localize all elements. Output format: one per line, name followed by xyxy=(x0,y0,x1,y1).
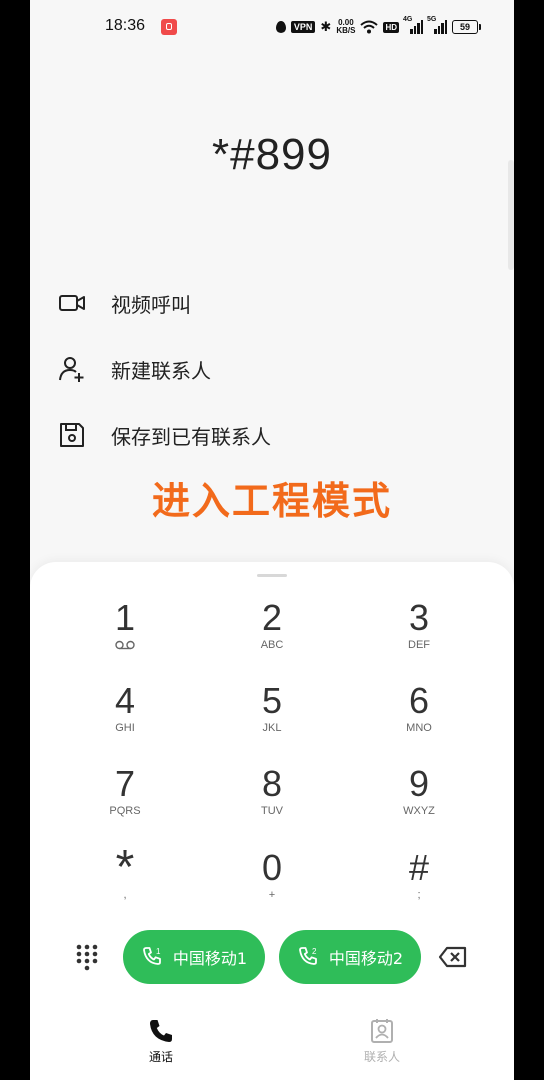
key-6-letters: MNO xyxy=(406,722,432,734)
key-2-letters: ABC xyxy=(260,639,284,651)
nav-calls-label: 通话 xyxy=(148,1050,173,1064)
option-save-existing-label: 保存到已有联系人 xyxy=(111,424,271,449)
nav-contacts-label: 联系人 xyxy=(363,1050,400,1064)
engineering-mode-hint: 进入工程模式 xyxy=(151,479,392,523)
key-5-digit: 5 xyxy=(261,680,283,721)
signal-sim2-label: 5G xyxy=(427,16,437,23)
scroll-indicator xyxy=(508,160,514,270)
key-3-digit: 3 xyxy=(408,597,430,638)
key-0[interactable]: 0 + xyxy=(212,848,332,918)
key-8-letters: TUV xyxy=(261,805,283,817)
key-9-digit: 9 xyxy=(408,763,430,804)
key-hash-letters: ; xyxy=(417,889,421,901)
backspace-icon[interactable] xyxy=(438,944,468,970)
key-hash-digit: # xyxy=(408,847,430,888)
battery-icon: 59 xyxy=(452,20,481,34)
hd-voice-badge: HD xyxy=(383,21,399,33)
key-6-digit: 6 xyxy=(408,680,430,721)
status-icons: VPN ✱ 0.00 KB/S HD 4G 5G 59 xyxy=(275,16,481,38)
voicemail-icon xyxy=(115,640,135,650)
key-5-letters: JKL xyxy=(262,722,282,734)
sheet-handle[interactable] xyxy=(257,574,287,577)
status-bar: 18:36 VPN ✱ 0.00 KB/S HD 4G 5G 59 xyxy=(30,0,514,54)
key-7-letters: PQRS xyxy=(109,805,141,817)
status-time: 18:36 xyxy=(105,17,146,34)
key-hash[interactable]: # ; xyxy=(359,848,479,918)
key-4-letters: GHI xyxy=(115,722,135,734)
key-7[interactable]: 7 PQRS xyxy=(65,764,185,834)
dialed-number[interactable]: *#899 xyxy=(30,130,514,180)
call-sim2-button[interactable]: 2 中国移动2 xyxy=(279,930,421,984)
option-save-existing[interactable]: 保存到已有联系人 xyxy=(58,415,271,455)
key-4-digit: 4 xyxy=(114,680,136,721)
key-7-digit: 7 xyxy=(114,763,136,804)
vpn-badge: VPN xyxy=(290,21,316,33)
key-star-letters: , xyxy=(123,889,127,901)
key-5[interactable]: 5 JKL xyxy=(212,681,332,751)
bluetooth-icon: ✱ xyxy=(320,19,332,34)
phone-sim2-icon: 2 xyxy=(299,947,317,965)
call-sim1-button[interactable]: 1 中国移动1 xyxy=(123,930,265,984)
option-video-call-label: 视频呼叫 xyxy=(111,292,191,317)
signal-sim2-icon: 5G xyxy=(427,16,447,34)
option-new-contact-label: 新建联系人 xyxy=(111,358,211,383)
key-1[interactable]: 1 xyxy=(65,598,185,668)
option-new-contact[interactable]: 新建联系人 xyxy=(58,349,211,389)
save-icon xyxy=(60,423,84,447)
sim1-number: 1 xyxy=(156,947,161,956)
contacts-icon xyxy=(371,1019,393,1043)
nav-calls-tab[interactable]: 通话 xyxy=(101,1018,221,1065)
network-speed: 0.00 KB/S xyxy=(336,19,355,35)
dialpad-toggle-icon[interactable] xyxy=(72,942,102,972)
nav-contacts-tab[interactable]: 联系人 xyxy=(322,1018,442,1065)
key-9[interactable]: 9 WXYZ xyxy=(359,764,479,834)
key-0-letters: + xyxy=(268,889,276,901)
key-star-digit: * xyxy=(115,841,135,894)
key-0-digit: 0 xyxy=(261,847,283,888)
key-8-digit: 8 xyxy=(261,763,283,804)
key-8[interactable]: 8 TUV xyxy=(212,764,332,834)
dialer-screen: 18:36 VPN ✱ 0.00 KB/S HD 4G 5G 59 *#899 … xyxy=(30,0,514,1080)
key-star[interactable]: * , xyxy=(65,841,185,918)
screen-record-icon xyxy=(161,19,177,35)
phone-icon xyxy=(150,1020,172,1042)
key-2-digit: 2 xyxy=(261,597,283,638)
dialpad-sheet: 1 2 ABC 3 DEF 4 GHI 5 JKL 6 MNO 7 PQRS 8… xyxy=(30,562,514,1080)
key-1-digit: 1 xyxy=(114,597,136,638)
key-6[interactable]: 6 MNO xyxy=(359,681,479,751)
signal-sim1-icon: 4G xyxy=(403,16,423,34)
key-4[interactable]: 4 GHI xyxy=(65,681,185,751)
wifi-icon xyxy=(360,20,379,34)
key-3[interactable]: 3 DEF xyxy=(359,598,479,668)
sim2-number: 2 xyxy=(312,947,317,956)
network-speed-unit: KB/S xyxy=(336,26,356,35)
video-camera-icon xyxy=(59,295,85,311)
phone-sim1-icon: 1 xyxy=(143,947,161,965)
key-3-letters: DEF xyxy=(408,639,430,651)
data-saver-icon xyxy=(275,21,286,33)
option-video-call[interactable]: 视频呼叫 xyxy=(58,283,191,323)
signal-sim1-label: 4G xyxy=(403,16,413,23)
call-sim1-label: 中国移动1 xyxy=(172,949,248,968)
key-9-letters: WXYZ xyxy=(403,805,435,817)
add-person-icon xyxy=(59,357,84,382)
call-sim2-label: 中国移动2 xyxy=(328,949,404,968)
key-2[interactable]: 2 ABC xyxy=(212,598,332,668)
